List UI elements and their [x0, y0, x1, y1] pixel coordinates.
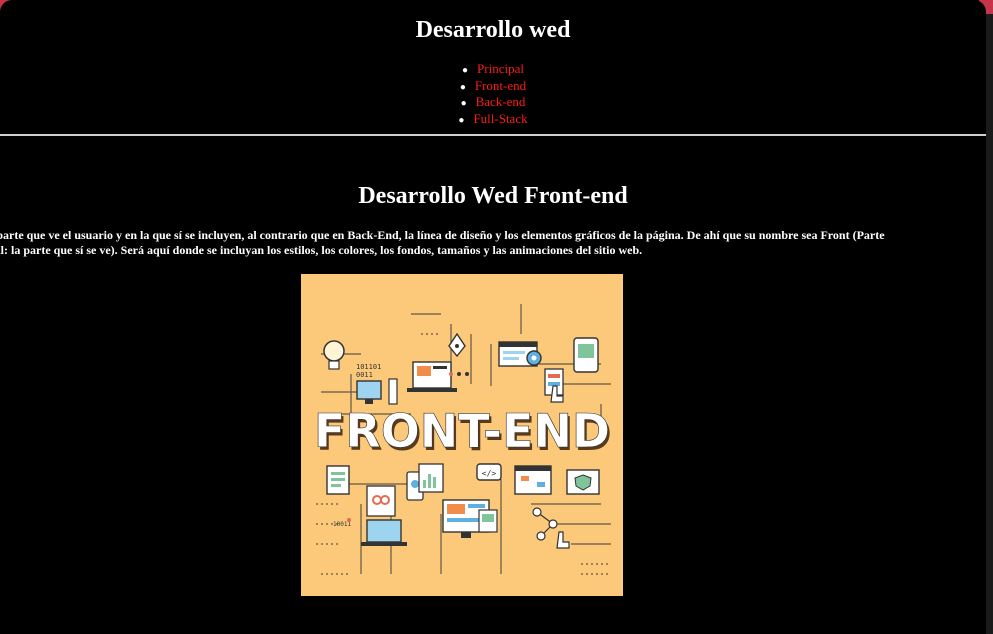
nav-link-principal[interactable]: Principal — [477, 61, 524, 76]
intro-paragraph: la parte que ve el usuario y en la que s… — [0, 228, 984, 257]
code-tag-icon: </> — [476, 463, 502, 481]
main-nav: ● Principal ● Front-end ● Back-end ● Full-St… — [0, 61, 986, 129]
bullet-icon: ● — [458, 114, 465, 126]
lightbulb-icon — [323, 340, 345, 370]
pointer-hand-bottom-icon — [556, 531, 570, 549]
binary-code-3: 10011 — [333, 521, 351, 528]
link-icon — [366, 485, 396, 517]
laptop-icon — [407, 361, 457, 392]
nav-link-front-end[interactable]: Front-end — [475, 78, 526, 93]
intro-line-2: ntal: la parte que sí se ve). Será aquí … — [0, 242, 643, 257]
nav-item-principal: ● Principal — [0, 61, 986, 79]
security-monitor-icon — [566, 469, 600, 495]
laptop-bottom-icon — [361, 519, 407, 546]
front-end-text: FRONT-END — [314, 404, 610, 458]
monitor-icon — [356, 380, 382, 404]
binary-code-1: 101101 — [356, 363, 381, 371]
nav-link-back-end[interactable]: Back-end — [476, 94, 526, 109]
bar-chart-icon — [418, 463, 444, 493]
site-title: Desarrollo wed — [415, 17, 571, 43]
nav-item-front-end: ● Front-end — [0, 78, 986, 96]
page: Desarrollo wed ● Principal ● Front-end ● Ba… — [0, 0, 986, 634]
bullet-icon: ● — [462, 65, 469, 76]
network-icon — [532, 507, 558, 541]
binary-code-2: 0011 — [356, 371, 373, 379]
bullet-icon: ● — [460, 98, 467, 109]
clipboard-icon — [326, 465, 350, 495]
nav-link-full-stack[interactable]: Full-Stack — [473, 111, 527, 126]
bullet-icon: ● — [459, 81, 466, 93]
flowchart-window-icon — [514, 465, 552, 495]
header-divider — [0, 134, 986, 136]
mobile-phone-icon — [573, 337, 599, 373]
svg-text:</>: </> — [482, 469, 497, 478]
intro-line-1: la parte que ve el usuario y en la que s… — [0, 228, 885, 242]
scrollbar-track[interactable] — [986, 14, 993, 634]
nav-item-full-stack: ● Full-Stack — [0, 111, 986, 129]
front-end-illustration: 101101 0011 FRONT-END FRONT-END </> 1001… — [301, 274, 623, 596]
gear-icon — [526, 350, 542, 366]
section-title: Desarrollo Wed Front-end — [358, 183, 628, 209]
nav-item-back-end: ● Back-end — [0, 94, 986, 112]
